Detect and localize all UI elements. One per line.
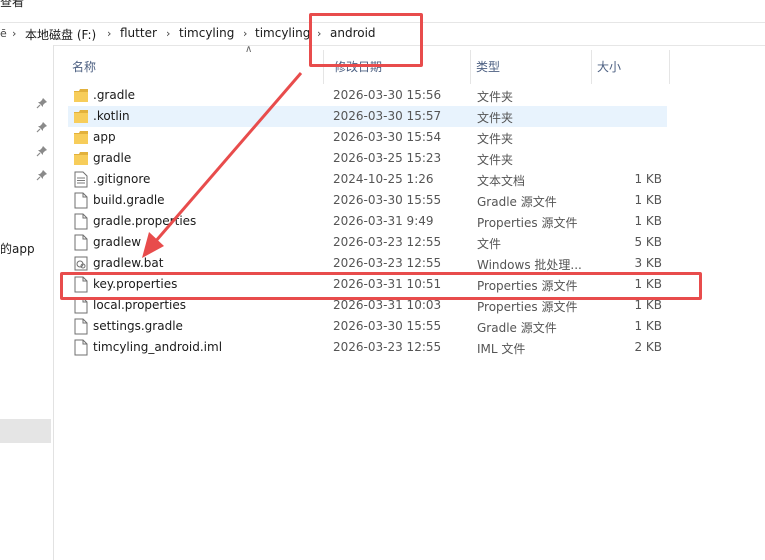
annotation-arrow — [142, 72, 303, 258]
annotation-arrow-line — [153, 72, 303, 243]
